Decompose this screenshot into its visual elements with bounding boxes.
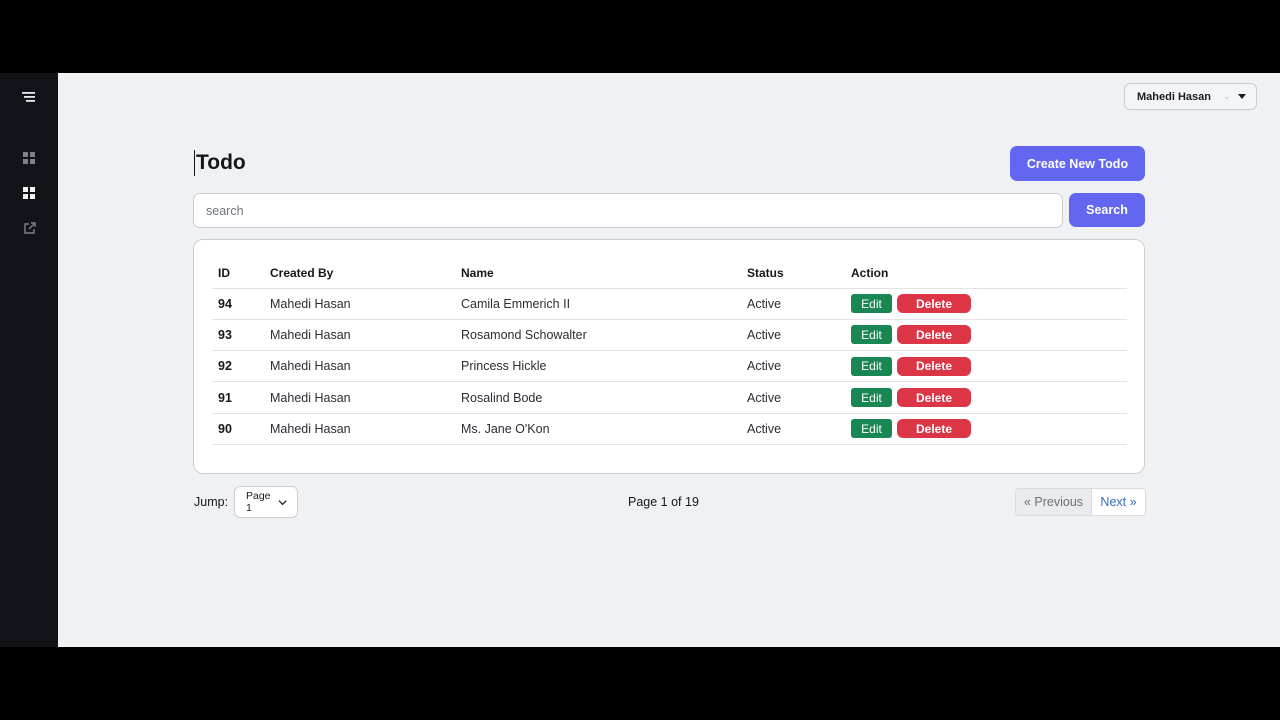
edit-button[interactable]: Edit [851,419,892,439]
column-header-id: ID [212,258,270,289]
row-id: 91 [212,381,270,414]
table-row: 91 Mahedi Hasan Rosalind Bode Active Edi… [212,381,1127,414]
page-title: Todo [194,150,246,176]
jump-label: Jump: [194,495,229,509]
edit-button[interactable]: Edit [851,325,892,345]
row-name: Princess Hickle [461,350,747,383]
table-header-row: ID Created By Name Status Action [212,258,1127,289]
row-name: Rosamond Schowalter [461,319,747,352]
sidebar [0,73,58,647]
row-actions: Edit Delete [851,350,1127,383]
row-created-by: Mahedi Hasan [270,350,461,383]
pagination-controls: « Previous Next » [1015,488,1146,516]
column-header-created-by: Created By [270,258,461,289]
todo-table-card: ID Created By Name Status Action 94 Mahe… [193,239,1145,474]
delete-button[interactable]: Delete [897,356,971,376]
table-row: 94 Mahedi Hasan Camila Emmerich II Activ… [212,288,1127,320]
row-id: 94 [212,288,270,320]
row-created-by: Mahedi Hasan [270,381,461,414]
next-page-button[interactable]: Next » [1092,489,1145,515]
row-actions: Edit Delete [851,413,1127,445]
caret-down-icon [1238,94,1246,99]
row-status: Active [747,413,851,445]
dashboard-icon[interactable] [18,147,40,169]
row-name: Rosalind Bode [461,381,747,414]
row-actions: Edit Delete [851,319,1127,352]
edit-button[interactable]: Edit [851,356,892,376]
user-menu-dropdown[interactable]: Mahedi Hasan ⌄ [1124,83,1257,110]
row-id: 93 [212,319,270,352]
row-id: 92 [212,350,270,383]
edit-button[interactable]: Edit [851,294,892,314]
row-status: Active [747,350,851,383]
search-button[interactable]: Search [1069,193,1145,227]
row-id: 90 [212,413,270,445]
delete-button[interactable]: Delete [897,325,971,345]
user-separator: ⌄ [1222,91,1231,101]
todo-table: ID Created By Name Status Action 94 Mahe… [212,258,1127,445]
table-row: 92 Mahedi Hasan Princess Hickle Active E… [212,350,1127,383]
previous-page-button[interactable]: « Previous [1016,489,1092,515]
row-actions: Edit Delete [851,381,1127,414]
row-status: Active [747,381,851,414]
row-created-by: Mahedi Hasan [270,319,461,352]
external-link-icon[interactable] [18,217,40,239]
row-name: Camila Emmerich II [461,288,747,320]
table-row: 90 Mahedi Hasan Ms. Jane O'Kon Active Ed… [212,413,1127,445]
delete-button[interactable]: Delete [897,294,971,314]
chevron-down-icon [278,499,287,505]
create-new-todo-button[interactable]: Create New Todo [1010,146,1145,181]
row-name: Ms. Jane O'Kon [461,413,747,445]
column-header-status: Status [747,258,851,289]
column-header-action: Action [851,258,1127,289]
delete-button[interactable]: Delete [897,388,971,408]
search-input[interactable] [193,193,1063,228]
row-created-by: Mahedi Hasan [270,413,461,445]
row-created-by: Mahedi Hasan [270,288,461,320]
row-status: Active [747,288,851,320]
menu-icon[interactable] [18,86,40,108]
edit-button[interactable]: Edit [851,388,892,408]
delete-button[interactable]: Delete [897,419,971,439]
row-actions: Edit Delete [851,288,1127,320]
table-row: 93 Mahedi Hasan Rosamond Schowalter Acti… [212,319,1127,352]
todo-icon[interactable] [18,182,40,204]
jump-page-select[interactable]: Page 1 [234,486,298,518]
row-status: Active [747,319,851,352]
column-header-name: Name [461,258,747,289]
app-window: Mahedi Hasan ⌄ Todo Create New Todo Sear… [0,73,1280,647]
user-name: Mahedi Hasan [1137,90,1211,103]
main-content: Mahedi Hasan ⌄ Todo Create New Todo Sear… [58,73,1280,647]
page-info: Page 1 of 19 [628,495,699,509]
jump-page-value: Page 1 [246,490,271,514]
